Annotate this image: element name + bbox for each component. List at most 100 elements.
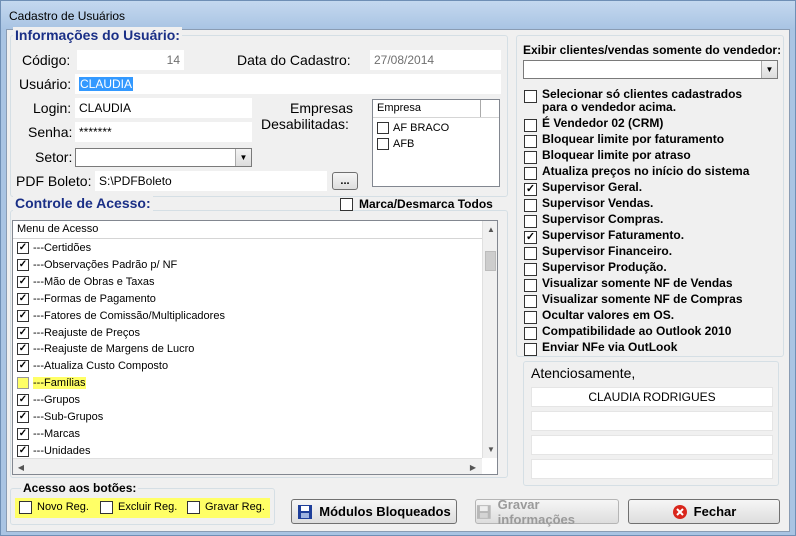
controle-group-title: Controle de Acesso: bbox=[13, 195, 153, 211]
access-checkbox[interactable] bbox=[17, 377, 29, 390]
gravar-informacoes-button[interactable]: Gravar informações bbox=[475, 496, 619, 527]
access-checkbox[interactable]: ✓ bbox=[17, 326, 29, 339]
excluir-reg-checkbox[interactable] bbox=[100, 501, 113, 514]
empresas-header-label: Empresa bbox=[377, 102, 422, 114]
access-checkbox[interactable]: ✓ bbox=[17, 275, 29, 288]
window: Cadastro de Usuários Informações do Usuá… bbox=[0, 0, 796, 536]
option-checkbox[interactable]: ✓ bbox=[524, 231, 537, 244]
option-label: Selecionar só clientes cadastrados bbox=[542, 87, 743, 101]
option-checkbox[interactable] bbox=[524, 90, 537, 103]
scroll-right-icon[interactable]: ▶ bbox=[465, 463, 481, 472]
option-label: Supervisor Financeiro. bbox=[542, 244, 673, 258]
empresa-checkbox[interactable] bbox=[377, 122, 389, 134]
horizontal-scrollbar[interactable]: ◀ ▶ bbox=[13, 458, 482, 474]
option-checkbox[interactable] bbox=[524, 263, 537, 276]
modulos-bloqueados-button[interactable]: Módulos Bloqueados bbox=[291, 499, 457, 524]
vertical-scrollbar[interactable]: ▲ ▼ bbox=[482, 221, 497, 458]
option-label: Atualiza preços no início do sistema bbox=[542, 164, 750, 178]
access-checkbox[interactable]: ✓ bbox=[17, 394, 29, 407]
table-row[interactable]: ✓ ---Atualiza Custo Composto bbox=[13, 358, 482, 375]
novo-reg-checkbox[interactable] bbox=[19, 501, 32, 514]
botoes-group-title: Acesso aos botões: bbox=[21, 481, 139, 495]
login-field[interactable]: CLAUDIA bbox=[75, 98, 252, 118]
option-checkbox[interactable] bbox=[524, 279, 537, 292]
list-item[interactable]: AFB bbox=[373, 136, 499, 153]
signature-line[interactable] bbox=[531, 411, 773, 431]
access-checkbox[interactable]: ✓ bbox=[17, 360, 29, 373]
pdf-boleto-field[interactable]: S:\PDFBoleto bbox=[95, 171, 327, 191]
chevron-down-icon[interactable]: ▼ bbox=[761, 61, 777, 78]
novo-reg-label: Novo Reg. bbox=[37, 501, 89, 513]
signature-line[interactable]: CLAUDIA RODRIGUES bbox=[531, 387, 773, 407]
access-label: ---Reajuste de Preços bbox=[33, 326, 140, 339]
signature-line[interactable] bbox=[531, 435, 773, 455]
access-checkbox[interactable]: ✓ bbox=[17, 292, 29, 305]
scroll-up-icon[interactable]: ▲ bbox=[483, 225, 497, 234]
empresa-label: AF BRACO bbox=[393, 122, 450, 134]
table-row[interactable]: ✓ ---Grupos bbox=[13, 392, 482, 409]
data-cadastro-field[interactable]: 27/08/2014 bbox=[370, 50, 501, 70]
menu-acesso-list[interactable]: Menu de Acesso ✓ ---Certidões ✓ ---Observaç… bbox=[12, 220, 498, 475]
table-row[interactable]: ✓ ---Formas de Pagamento bbox=[13, 291, 482, 308]
gravar-informacoes-label: Gravar informações bbox=[497, 496, 575, 527]
pdf-browse-button[interactable]: ... bbox=[332, 172, 358, 190]
option-checkbox[interactable] bbox=[524, 167, 537, 180]
table-row[interactable]: ✓ ---Reajuste de Preços bbox=[13, 325, 482, 342]
option-label: Bloquear limite por atraso bbox=[542, 148, 691, 162]
access-label: ---Famílias bbox=[33, 377, 86, 390]
option-checkbox[interactable] bbox=[524, 119, 537, 132]
scroll-thumb[interactable] bbox=[485, 251, 496, 271]
option-checkbox[interactable] bbox=[524, 151, 537, 164]
access-checkbox[interactable]: ✓ bbox=[17, 427, 29, 440]
option-checkbox[interactable] bbox=[524, 215, 537, 228]
signature-line[interactable] bbox=[531, 459, 773, 479]
option-checkbox[interactable] bbox=[524, 135, 537, 148]
access-label: ---Fatores de Comissão/Multiplicadores bbox=[33, 309, 225, 322]
access-label: ---Certidões bbox=[33, 242, 92, 254]
access-checkbox[interactable]: ✓ bbox=[17, 343, 29, 356]
access-checkbox[interactable]: ✓ bbox=[17, 309, 29, 322]
fechar-button[interactable]: Fechar bbox=[628, 499, 780, 524]
access-checkbox[interactable]: ✓ bbox=[17, 258, 29, 271]
option-checkbox[interactable] bbox=[524, 247, 537, 260]
access-checkbox[interactable]: ✓ bbox=[17, 411, 29, 423]
table-row[interactable]: ✓ ---Fatores de Comissão/Multiplicadores bbox=[13, 308, 482, 325]
table-row[interactable]: ---Famílias bbox=[13, 375, 482, 392]
access-label: ---Reajuste de Margens de Lucro bbox=[33, 343, 195, 356]
option-checkbox[interactable] bbox=[524, 327, 537, 340]
access-checkbox[interactable]: ✓ bbox=[17, 242, 29, 254]
usuario-field[interactable]: CLAUDIA bbox=[75, 74, 501, 94]
empresa-checkbox[interactable] bbox=[377, 138, 389, 150]
menu-acesso-header-label: Menu de Acesso bbox=[17, 223, 99, 235]
option-label: Enviar NFe via OutLook bbox=[542, 340, 678, 354]
table-row[interactable]: ✓ ---Mão de Obras e Taxas bbox=[13, 274, 482, 291]
table-row[interactable]: ✓ ---Certidões bbox=[13, 240, 482, 257]
gravar-reg-checkbox[interactable] bbox=[187, 501, 200, 514]
table-row[interactable]: ✓ ---Observações Padrão p/ NF bbox=[13, 257, 482, 274]
table-row[interactable]: ✓ ---Marcas bbox=[13, 426, 482, 443]
option-checkbox[interactable] bbox=[524, 295, 537, 308]
login-label: Login: bbox=[33, 100, 72, 116]
table-row[interactable]: ✓ ---Sub-Grupos bbox=[13, 409, 482, 426]
list-item[interactable]: AF BRACO bbox=[373, 120, 499, 137]
codigo-field[interactable]: 14 bbox=[77, 50, 184, 70]
menu-acesso-header: Menu de Acesso bbox=[13, 221, 497, 239]
senha-field[interactable]: ******* bbox=[75, 122, 252, 142]
scroll-left-icon[interactable]: ◀ bbox=[13, 463, 29, 472]
setor-label: Setor: bbox=[35, 149, 73, 165]
empresas-list[interactable]: Empresa AF BRACO AFB bbox=[372, 99, 500, 187]
scroll-down-icon[interactable]: ▼ bbox=[483, 445, 497, 454]
vendedor-combo[interactable]: ▼ bbox=[523, 60, 778, 79]
option-checkbox[interactable] bbox=[524, 311, 537, 324]
empresas-label-2: Desabilitadas: bbox=[261, 116, 349, 132]
access-checkbox[interactable]: ✓ bbox=[17, 444, 29, 457]
table-row[interactable]: ✓ ---Reajuste de Margens de Lucro bbox=[13, 341, 482, 358]
option-checkbox[interactable]: ✓ bbox=[524, 183, 537, 196]
option-checkbox[interactable] bbox=[524, 199, 537, 212]
vendedor-label: Exibir clientes/vendas somente do vended… bbox=[523, 43, 782, 57]
option-checkbox[interactable] bbox=[524, 343, 537, 356]
setor-combo[interactable]: ▼ bbox=[75, 148, 252, 167]
client-area: Informações do Usuário: Código: 14 Data … bbox=[6, 27, 790, 532]
toggle-all-checkbox[interactable] bbox=[340, 198, 353, 211]
chevron-down-icon[interactable]: ▼ bbox=[235, 149, 251, 166]
